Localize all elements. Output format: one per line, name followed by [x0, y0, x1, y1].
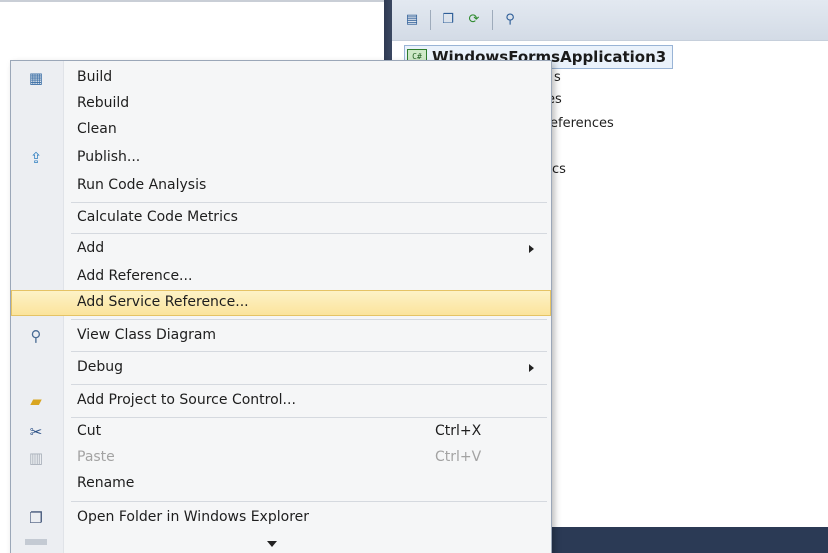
menu-item-label: Calculate Code Metrics	[77, 209, 238, 225]
menu-separator	[71, 202, 547, 203]
menu-item-label: Paste	[77, 449, 115, 465]
menu-item-label: Clean	[77, 121, 117, 137]
menu-item-rebuild[interactable]: Rebuild	[11, 91, 551, 117]
menu-item-open-folder-in-windows-explorer[interactable]: ❐ Open Folder in Windows Explorer	[11, 505, 551, 531]
menu-item-add[interactable]: Add	[11, 236, 551, 262]
menu-separator	[71, 384, 547, 385]
solution-explorer-toolbar: ▤ ❐ ⟳ ⚲	[392, 0, 828, 41]
toolbar-divider	[430, 10, 431, 30]
menu-item-add-reference[interactable]: Add Reference...	[11, 264, 551, 290]
menu-item-label: Open Folder in Windows Explorer	[77, 509, 310, 525]
menu-item-run-code-analysis[interactable]: Run Code Analysis	[11, 173, 551, 199]
scroll-down-arrow-icon[interactable]	[267, 541, 277, 547]
menu-item-build[interactable]: ▦ Build	[11, 65, 551, 91]
menu-item-debug[interactable]: Debug	[11, 355, 551, 381]
paste-icon: ▥	[28, 449, 44, 467]
class-diagram-icon: ⚲	[30, 327, 42, 345]
menu-separator	[71, 351, 547, 352]
submenu-arrow-icon	[529, 364, 534, 372]
publish-icon: ⇪	[29, 149, 43, 167]
menu-item-calculate-code-metrics[interactable]: Calculate Code Metrics	[11, 205, 551, 231]
menu-item-view-class-diagram[interactable]: ⚲ View Class Diagram	[11, 323, 551, 349]
menu-item-label: Rename	[77, 475, 135, 491]
menu-item-label: Build	[77, 69, 113, 85]
menu-item-clean[interactable]: Clean	[11, 117, 551, 143]
open-folder-icon: ❐	[29, 509, 43, 527]
shortcut-label: Ctrl+V	[435, 449, 482, 465]
screen: ▤ ❐ ⟳ ⚲ C# WindowsFormsApplication3 s es…	[0, 0, 828, 553]
toolbar-divider	[492, 10, 493, 30]
menu-separator	[71, 319, 547, 320]
menu-item-label: Add Service Reference...	[77, 294, 249, 310]
build-icon: ▦	[28, 69, 44, 87]
menu-item-label: Add Project to Source Control...	[77, 392, 296, 408]
menu-item-label: Add	[77, 240, 105, 256]
menu-item-label: Add Reference...	[77, 268, 193, 284]
menu-item-label: Run Code Analysis	[77, 177, 207, 193]
menu-item-add-service-reference[interactable]: Add Service Reference...	[11, 290, 551, 316]
refresh-icon[interactable]: ⟳	[464, 10, 484, 30]
shortcut-label: Ctrl+X	[435, 423, 482, 439]
truncated-menu-item-icon	[25, 539, 47, 545]
menu-item-label: View Class Diagram	[77, 327, 217, 343]
submenu-arrow-icon	[529, 245, 534, 253]
menu-separator	[71, 417, 547, 418]
menu-item-add-project-to-source-control[interactable]: ▰ Add Project to Source Control...	[11, 388, 551, 414]
menu-item-label: Cut	[77, 423, 102, 439]
folder-icon: ▰	[30, 392, 42, 410]
class-view-icon[interactable]: ⚲	[500, 10, 520, 30]
menu-item-label: Publish...	[77, 149, 141, 165]
menu-item-rename[interactable]: Rename	[11, 471, 551, 497]
menu-item-cut[interactable]: ✂ Cut Ctrl+X	[11, 419, 551, 445]
scissors-icon: ✂	[29, 423, 43, 441]
tree-item-fragment[interactable]: cs	[552, 162, 566, 177]
menu-item-label: Rebuild	[77, 95, 130, 111]
menu-item-paste[interactable]: ▥ Paste Ctrl+V	[11, 445, 551, 471]
tree-item-fragment[interactable]: eferences	[550, 116, 614, 131]
menu-item-publish[interactable]: ⇪ Publish...	[11, 145, 551, 171]
show-all-files-icon[interactable]: ❐	[438, 10, 458, 30]
tree-item-fragment[interactable]: s	[554, 70, 561, 85]
context-menu: ▦ Build Rebuild Clean ⇪ Publish... Run C…	[10, 60, 552, 553]
menu-separator	[71, 501, 547, 502]
properties-icon[interactable]: ▤	[402, 10, 422, 30]
menu-separator	[71, 233, 547, 234]
editor-top-border	[0, 0, 384, 2]
menu-item-label: Debug	[77, 359, 124, 375]
